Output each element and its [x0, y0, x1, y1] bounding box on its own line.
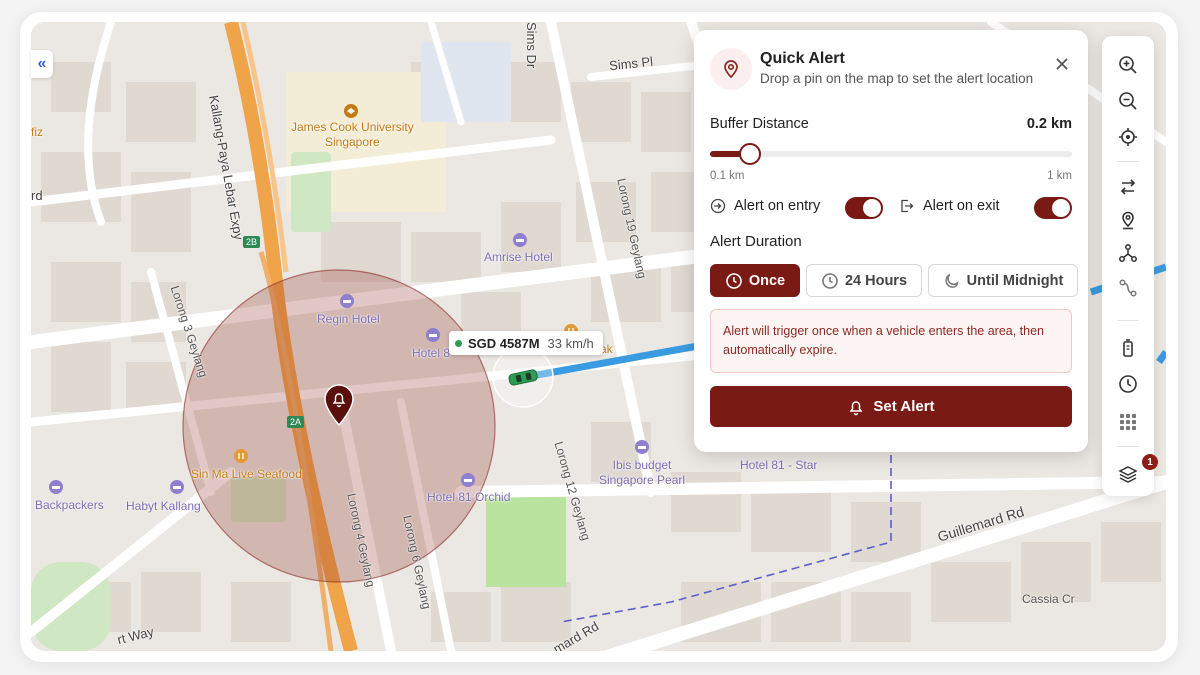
- hotel-icon: [426, 328, 440, 342]
- street-label: rd: [31, 188, 43, 203]
- layers-badge: 1: [1142, 454, 1158, 470]
- route-icon: [1120, 179, 1136, 195]
- vehicle-status-dot: [455, 339, 462, 347]
- alert-exit-toggle[interactable]: [1034, 197, 1072, 219]
- alert-info-box: Alert will trigger once when a vehicle e…: [710, 309, 1072, 373]
- poi-label: Hotel 81 - Star: [740, 458, 818, 472]
- poi-label: fiz: [31, 125, 43, 139]
- poi-label: Hotel 8: [412, 346, 451, 360]
- moon-icon: [945, 273, 959, 288]
- duration-once-label: Once: [748, 272, 786, 289]
- battery-icon: [1123, 339, 1133, 357]
- network-icon: [1119, 244, 1137, 262]
- network-button[interactable]: [1116, 241, 1140, 265]
- panel-title: Quick Alert: [760, 50, 845, 67]
- slider-max-label: 1 km: [1047, 170, 1072, 182]
- duration-24h-label: 24 Hours: [844, 272, 908, 289]
- buffer-distance-label: Buffer Distance: [710, 116, 809, 132]
- panel-subtitle: Drop a pin on the map to set the alert l…: [760, 71, 1034, 86]
- duration-24h-button[interactable]: 24 Hours: [806, 264, 922, 297]
- route-button[interactable]: [1116, 175, 1140, 199]
- poi-label-seafood: Sin Ma Live Seafood: [191, 467, 302, 481]
- entry-icon: [710, 198, 726, 214]
- layers-button[interactable]: 1: [1116, 454, 1158, 486]
- street-label: Cassia Cr: [1022, 592, 1075, 606]
- battery-button[interactable]: [1116, 336, 1140, 360]
- hotel-icon: [340, 294, 354, 308]
- panel-header: Quick Alert Drop a pin on the map to set…: [710, 48, 1033, 90]
- alert-exit-label: Alert on exit: [923, 198, 1000, 214]
- path-button[interactable]: [1116, 276, 1140, 300]
- vehicle-speed: 33 km/h: [547, 335, 594, 351]
- alert-entry-label: Alert on entry: [734, 198, 821, 214]
- exit-icon: [901, 199, 914, 213]
- hotel-icon: [461, 473, 475, 487]
- vehicle-plate: SGD 4587M: [468, 335, 540, 351]
- poi-label: Habyt Kallang: [126, 499, 201, 513]
- alert-entry-toggle[interactable]: [845, 197, 883, 219]
- path-icon: [1119, 279, 1137, 297]
- map-toolbar: 1: [1102, 36, 1158, 496]
- grid-icon: [1120, 414, 1136, 430]
- location-pin-icon: [710, 48, 752, 90]
- history-button[interactable]: [1116, 372, 1140, 396]
- road-badge-2a: 2A: [287, 416, 305, 428]
- hotel-icon: [49, 480, 63, 494]
- clock-icon: [822, 272, 838, 289]
- duration-once-button[interactable]: Once: [710, 264, 800, 297]
- restaurant-icon: [234, 449, 248, 463]
- zoom-out-icon: [1119, 92, 1137, 110]
- poi-label: Regin Hotel: [317, 312, 380, 326]
- bell-icon: [849, 400, 863, 415]
- pin-icon: [1122, 211, 1134, 230]
- clock-icon: [1119, 375, 1137, 393]
- buffer-distance-value: 0.2 km: [1026, 116, 1072, 132]
- alert-entry-row: Alert on entry: [710, 198, 820, 214]
- hotel-icon: [635, 440, 649, 454]
- zoom-out-button[interactable]: [1116, 89, 1140, 113]
- street-label: Sims Dr: [524, 22, 539, 69]
- zoom-in-button[interactable]: [1116, 53, 1140, 77]
- set-alert-label: Set Alert: [873, 398, 935, 415]
- duration-title: Alert Duration: [710, 233, 802, 250]
- zoom-in-icon: [1119, 56, 1137, 74]
- duration-midnight-label: Until Midnight: [966, 272, 1064, 289]
- poi-label-university: James Cook University Singapore: [291, 120, 414, 149]
- duration-midnight-button[interactable]: Until Midnight: [928, 264, 1078, 297]
- poi-label: Ibis budget Singapore Pearl: [599, 458, 686, 487]
- grid-button[interactable]: [1116, 410, 1140, 434]
- quick-alert-panel: Quick Alert Drop a pin on the map to set…: [694, 30, 1088, 452]
- chevron-double-left-icon: «: [37, 55, 47, 72]
- locate-icon: [1119, 128, 1137, 146]
- poi-label: Backpackers: [35, 498, 104, 512]
- locate-button[interactable]: [1116, 125, 1140, 149]
- poi-label: Amrise Hotel: [484, 250, 553, 264]
- slider-min-label: 0.1 km: [710, 170, 745, 182]
- vehicle-car-icon[interactable]: [507, 368, 539, 386]
- pin-button[interactable]: [1116, 208, 1140, 232]
- set-alert-button[interactable]: Set Alert: [710, 386, 1072, 427]
- clock-icon: [726, 272, 742, 289]
- close-icon[interactable]: [1054, 56, 1070, 72]
- alert-exit-row: Alert on exit: [899, 198, 1000, 214]
- university-icon: [344, 104, 358, 118]
- hotel-icon: [170, 480, 184, 494]
- buffer-slider[interactable]: [710, 143, 1072, 165]
- alert-pin-icon[interactable]: [323, 384, 355, 426]
- poi-label: Hotel 81 Orchid: [427, 490, 511, 504]
- vehicle-tooltip[interactable]: SGD 4587M 33 km/h: [449, 331, 603, 355]
- collapse-sidebar-button[interactable]: «: [31, 50, 53, 78]
- slider-thumb[interactable]: [738, 143, 761, 165]
- layers-icon: [1118, 466, 1138, 483]
- hotel-icon: [513, 233, 527, 247]
